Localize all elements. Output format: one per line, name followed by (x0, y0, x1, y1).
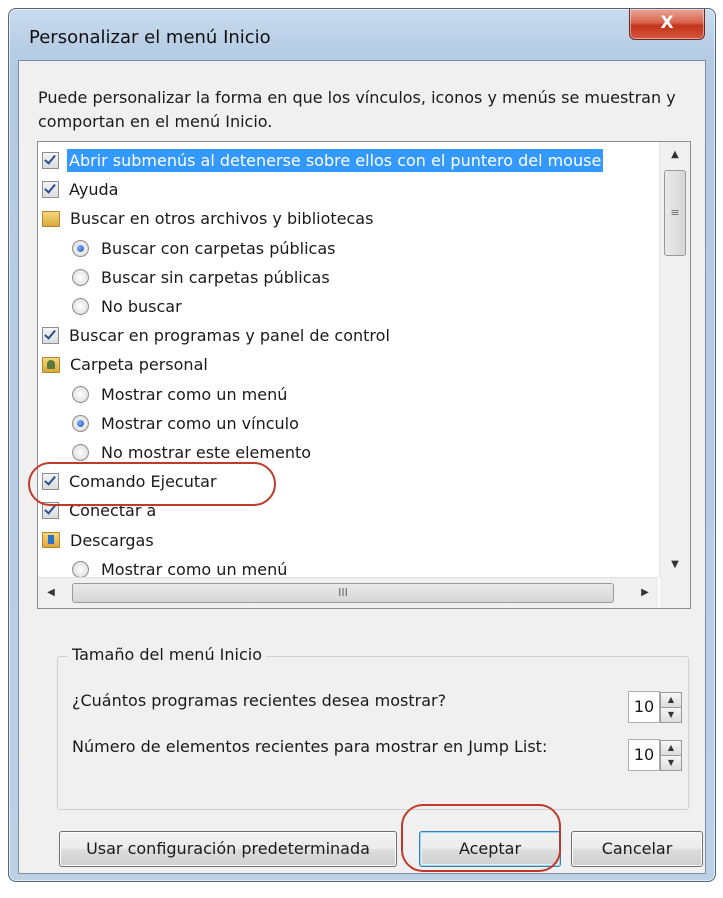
checkbox-icon[interactable] (42, 473, 59, 491)
radio-icon[interactable] (72, 444, 89, 461)
jump-list-input[interactable]: 10 (628, 739, 660, 771)
dialog-client-area: Puede personalizar la forma en que los v… (18, 60, 706, 874)
jump-list-spinner[interactable]: 10 ▲ ▼ (628, 739, 684, 771)
list-item-label: Mostrar como un menú (101, 384, 288, 404)
list-item[interactable]: Mostrar como un menú (42, 380, 656, 409)
scroll-up-arrow-icon[interactable]: ▲ (660, 142, 690, 168)
list-item-label: Descargas (70, 530, 154, 550)
folder-icon (42, 210, 60, 227)
list-item[interactable]: Mostrar como un vínculo (42, 409, 656, 438)
scroll-left-arrow-icon[interactable]: ◀ (38, 578, 64, 608)
list-item-label: Mostrar como un vínculo (101, 413, 299, 433)
group-title: Tamaño del menú Inicio (68, 645, 266, 664)
cancel-button[interactable]: Cancelar (571, 831, 703, 867)
checkbox-icon[interactable] (42, 327, 59, 345)
scrollbar-corner (660, 578, 690, 608)
list-item[interactable]: No buscar (42, 292, 656, 321)
list-item-label: Comando Ejecutar (69, 472, 217, 492)
list-item[interactable]: Conectar a (42, 496, 656, 525)
radio-icon[interactable] (72, 560, 89, 578)
description-text: Puede personalizar la forma en que los v… (38, 88, 676, 131)
radio-icon[interactable] (72, 298, 89, 315)
downloads-folder-icon (42, 532, 60, 549)
radio-icon[interactable] (72, 385, 89, 403)
radio-icon[interactable] (72, 239, 89, 257)
spin-up-arrow-icon[interactable]: ▲ (660, 740, 682, 756)
list-item-label: Buscar con carpetas públicas (101, 238, 336, 258)
list-item[interactable]: Mostrar como un menú (42, 555, 656, 578)
use-defaults-button[interactable]: Usar configuración predeterminada (59, 831, 397, 867)
list-item-label: Ayuda (69, 180, 119, 200)
checkbox-icon[interactable] (42, 502, 59, 520)
list-item[interactable]: Carpeta personal (42, 350, 656, 379)
start-menu-size-group: Tamaño del menú Inicio ¿Cuántos programa… (57, 645, 689, 810)
list-item-label: Buscar en programas y panel de control (69, 326, 390, 346)
spin-down-arrow-icon[interactable]: ▼ (660, 755, 682, 771)
list-item[interactable]: Buscar en programas y panel de control (42, 321, 656, 350)
jump-list-label: Número de elementos recientes para mostr… (72, 737, 548, 756)
close-button[interactable]: X (629, 9, 705, 40)
spin-down-arrow-icon[interactable]: ▼ (660, 707, 682, 723)
title-bar[interactable]: Personalizar el menú Inicio X (9, 9, 715, 61)
list-item[interactable]: Buscar con carpetas públicas (42, 234, 656, 263)
user-folder-icon (42, 356, 60, 373)
list-item-label: Abrir submenús al detenerse sobre ellos … (67, 149, 604, 172)
list-item-label: Carpeta personal (70, 355, 208, 375)
radio-icon[interactable] (72, 414, 89, 432)
list-item[interactable]: Descargas (42, 526, 656, 555)
list-item[interactable]: No mostrar este elemento (42, 438, 656, 467)
radio-icon[interactable] (72, 268, 89, 286)
options-listbox[interactable]: Abrir submenús al detenerse sobre ellos … (37, 141, 691, 609)
horizontal-scroll-thumb[interactable]: III (72, 583, 614, 603)
scroll-down-arrow-icon[interactable]: ▼ (660, 552, 690, 578)
list-item-label: Buscar en otros archivos y bibliotecas (70, 209, 374, 229)
checkbox-icon[interactable] (42, 181, 59, 199)
recent-programs-spinner[interactable]: 10 ▲ ▼ (628, 691, 684, 723)
recent-programs-input[interactable]: 10 (628, 691, 660, 723)
vertical-scroll-thumb[interactable]: ≡ (664, 170, 686, 256)
list-item[interactable]: Abrir submenús al detenerse sobre ellos … (42, 146, 656, 175)
list-item-label: No mostrar este elemento (101, 443, 312, 462)
window-title: Personalizar el menú Inicio (29, 27, 271, 48)
list-item-label: No buscar (101, 297, 182, 316)
ok-button[interactable]: Aceptar (419, 831, 561, 867)
list-item[interactable]: Buscar en otros archivos y bibliotecas (42, 204, 656, 233)
dialog-window: Personalizar el menú Inicio X Puede pers… (8, 8, 716, 882)
spin-up-arrow-icon[interactable]: ▲ (660, 692, 682, 708)
list-item-label: Buscar sin carpetas públicas (101, 267, 330, 287)
list-item[interactable]: Buscar sin carpetas públicas (42, 263, 656, 292)
horizontal-scrollbar[interactable]: ◀ III ▶ (38, 577, 658, 608)
list-item[interactable]: Ayuda (42, 175, 656, 204)
recent-programs-label: ¿Cuántos programas recientes desea mostr… (72, 691, 447, 710)
checkbox-icon[interactable] (42, 152, 59, 169)
scroll-right-arrow-icon[interactable]: ▶ (632, 578, 658, 608)
list-item-label: Mostrar como un menú (101, 559, 288, 578)
vertical-scrollbar[interactable]: ▲ ≡ ▼ (659, 142, 690, 578)
list-item-label: Conectar a (69, 501, 157, 521)
list-item[interactable]: Comando Ejecutar (42, 467, 656, 496)
options-rows: Abrir submenús al detenerse sobre ellos … (38, 142, 658, 578)
